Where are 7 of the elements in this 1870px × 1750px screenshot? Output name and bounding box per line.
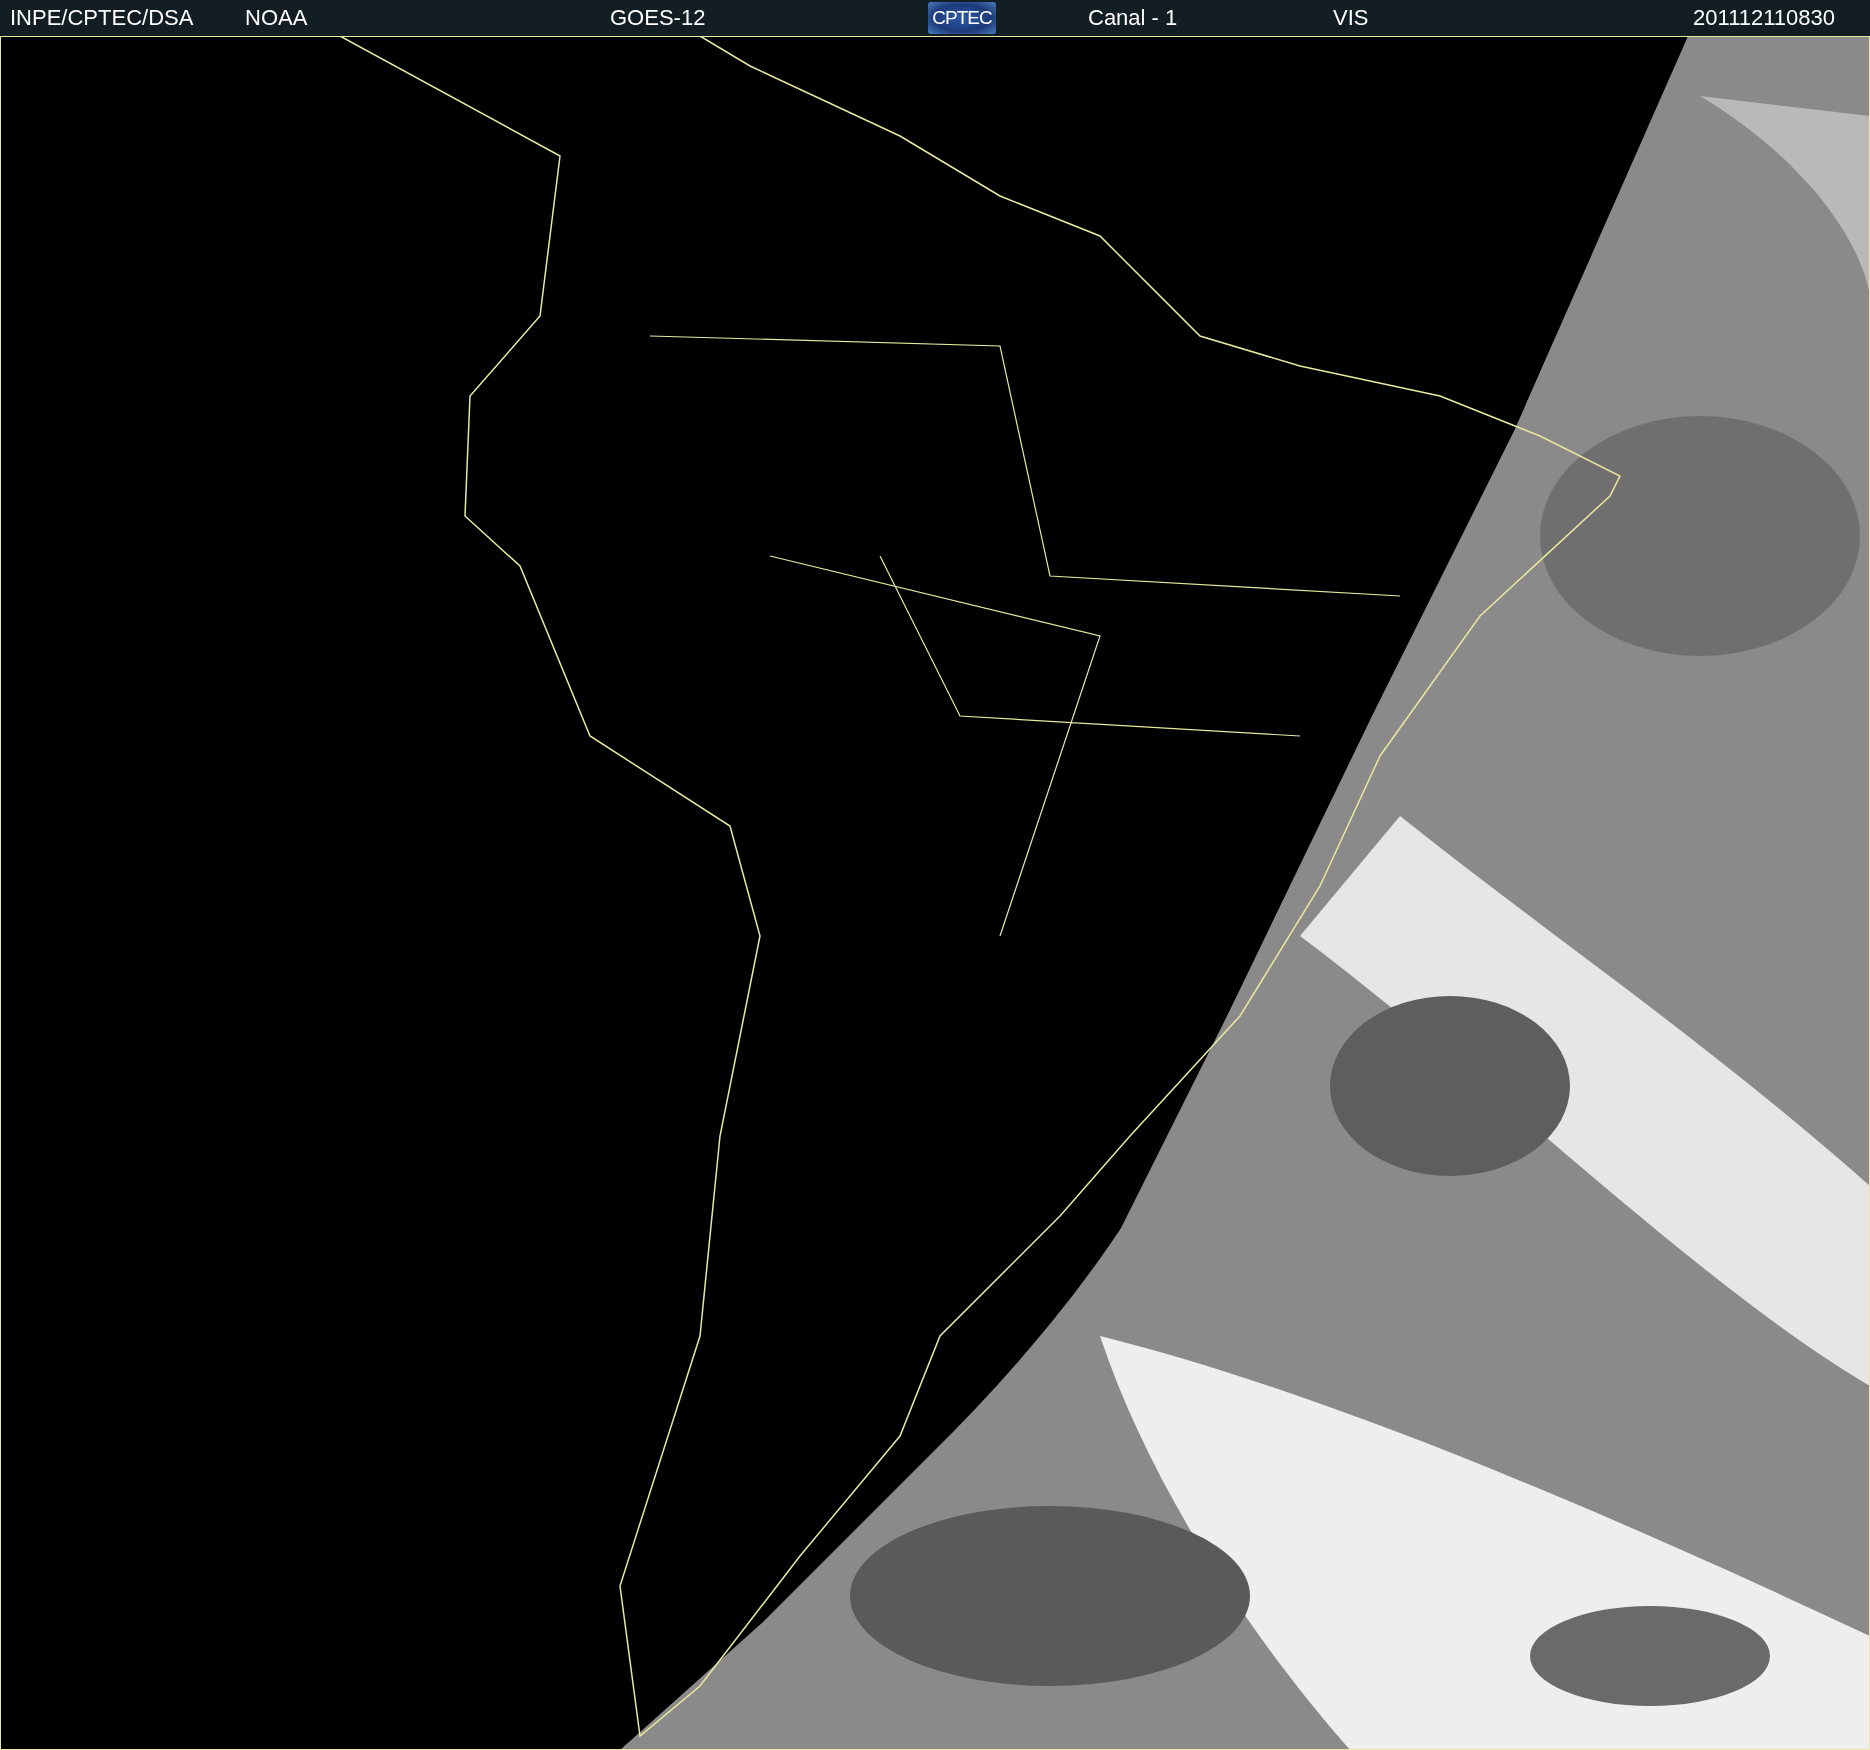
agency-label: NOAA [245,5,309,31]
satellite-label: GOES-12 [610,5,707,31]
institution-label: INPE/CPTEC/DSA [10,5,195,31]
band-label: VIS [1333,5,1370,31]
logo: CPTEC [928,2,996,34]
channel-label: Canal - 1 [1088,5,1179,31]
timestamp-label: 201112110830 [1693,5,1835,31]
